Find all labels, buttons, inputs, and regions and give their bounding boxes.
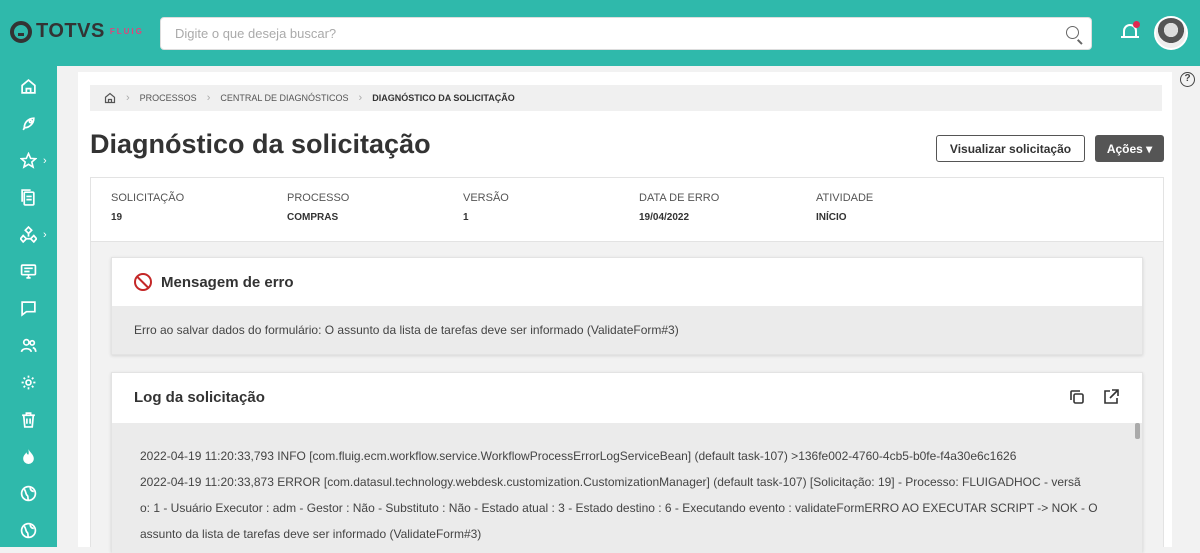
search-input[interactable] xyxy=(161,18,1041,49)
chevron-right-icon: › xyxy=(358,92,363,104)
sidebar-item-home[interactable] xyxy=(0,68,57,105)
search-icon[interactable] xyxy=(1066,26,1079,39)
breadcrumb-item-central[interactable]: CENTRAL DE DIAGNÓSTICOS xyxy=(220,93,348,103)
request-info-row: SOLICITAÇÃO 19 PROCESSO COMPRAS VERSÃO 1… xyxy=(91,178,1163,242)
details-body: Mensagem de erro Erro ao salvar dados do… xyxy=(91,242,1163,553)
main-content: › PROCESSOS › CENTRAL DE DIAGNÓSTICOS › … xyxy=(78,72,1172,553)
info-value: 19 xyxy=(111,212,123,223)
flame-icon xyxy=(23,449,34,464)
info-solicitacao: SOLICITAÇÃO 19 xyxy=(111,192,184,223)
info-label: VERSÃO xyxy=(463,192,509,204)
star-icon xyxy=(20,152,37,169)
log-content: 2022-04-19 11:20:33,793 INFO [com.fluig.… xyxy=(112,423,1142,553)
sidebar-item-documents[interactable] xyxy=(0,179,57,216)
info-value: COMPRAS xyxy=(287,212,339,223)
info-versao: VERSÃO 1 xyxy=(463,192,509,223)
info-label: SOLICITAÇÃO xyxy=(111,192,185,204)
log-line: 2022-04-19 11:20:33,793 INFO [com.fluig.… xyxy=(140,449,1017,463)
sidebar-item-globe-2[interactable] xyxy=(0,512,57,549)
sidebar-item-users[interactable] xyxy=(0,327,57,364)
monitor-icon xyxy=(20,264,37,279)
log-card-header: Log da solicitação xyxy=(112,373,1142,421)
view-request-button[interactable]: Visualizar solicitação xyxy=(936,135,1085,162)
sidebar-item-dashboard[interactable] xyxy=(0,253,57,290)
trash-icon xyxy=(22,412,35,428)
error-card-title: Mensagem de erro xyxy=(161,273,294,291)
log-actions xyxy=(1068,388,1120,406)
globe-icon xyxy=(20,522,37,539)
sidebar-item-favorites[interactable]: › xyxy=(0,142,57,179)
logo-text: TOTVS xyxy=(36,20,105,42)
chevron-right-icon: › xyxy=(43,154,47,167)
sidebar-item-processes[interactable]: › xyxy=(0,216,57,253)
log-line: 2022-04-19 11:20:33,873 ERROR [com.datas… xyxy=(140,475,1081,489)
sidebar: › › xyxy=(0,66,57,547)
sidebar-item-flame[interactable] xyxy=(0,438,57,475)
chevron-right-icon: › xyxy=(126,92,130,104)
home-icon xyxy=(21,79,36,94)
info-value: 1 xyxy=(463,212,469,223)
info-label: ATIVIDADE xyxy=(816,192,874,204)
totvs-fluig-logo[interactable]: TOTVS FLUIG xyxy=(10,20,144,43)
info-label: DATA DE ERRO xyxy=(639,192,720,204)
chevron-right-icon: › xyxy=(206,92,211,104)
log-scrollbar[interactable] xyxy=(1135,423,1140,439)
info-data-erro: DATA DE ERRO 19/04/2022 xyxy=(639,192,719,223)
info-value: INÍCIO xyxy=(816,212,847,223)
notification-dot xyxy=(1133,21,1140,28)
open-external-icon[interactable] xyxy=(1102,388,1120,406)
sidebar-item-settings[interactable] xyxy=(0,364,57,401)
info-label: PROCESSO xyxy=(287,192,350,204)
logo-icon xyxy=(10,20,32,43)
log-line: o: 1 - Usuário Executor : adm - Gestor :… xyxy=(140,501,1098,515)
log-card-title: Log da solicitação xyxy=(134,388,265,406)
request-details-panel: SOLICITAÇÃO 19 PROCESSO COMPRAS VERSÃO 1… xyxy=(90,177,1164,553)
request-log-card: Log da solicitação 2022-04-19 11:20:33,7… xyxy=(111,372,1143,553)
gear-icon xyxy=(21,375,36,390)
top-bar: TOTVS FLUIG xyxy=(0,0,1200,66)
error-message-card: Mensagem de erro Erro ao salvar dados do… xyxy=(111,257,1143,355)
breadcrumb-item-processos[interactable]: PROCESSOS xyxy=(140,93,197,103)
copy-icon[interactable] xyxy=(1068,388,1086,406)
info-atividade: ATIVIDADE INÍCIO xyxy=(816,192,873,223)
documents-icon xyxy=(21,189,35,206)
users-icon xyxy=(20,338,37,353)
notification-bell-icon[interactable] xyxy=(1121,21,1140,42)
chat-icon xyxy=(21,301,36,317)
breadcrumb-item-current: DIAGNÓSTICO DA SOLICITAÇÃO xyxy=(372,93,515,103)
page-title: Diagnóstico da solicitação xyxy=(90,129,431,159)
sidebar-item-globe-1[interactable] xyxy=(0,475,57,512)
info-processo: PROCESSO COMPRAS xyxy=(287,192,349,223)
error-message-text: Erro ao salvar dados do formulário: O as… xyxy=(112,306,1142,354)
prohibited-icon xyxy=(134,273,152,291)
chevron-right-icon: › xyxy=(43,228,47,241)
logo-subtext: FLUIG xyxy=(109,27,144,36)
info-value: 19/04/2022 xyxy=(639,212,690,223)
error-card-header: Mensagem de erro xyxy=(112,258,1142,306)
globe-icon xyxy=(20,485,37,502)
breadcrumb: › PROCESSOS › CENTRAL DE DIAGNÓSTICOS › … xyxy=(90,85,1162,111)
home-icon[interactable] xyxy=(104,92,116,104)
search-box xyxy=(160,17,1092,50)
sidebar-item-messages[interactable] xyxy=(0,290,57,327)
user-avatar[interactable] xyxy=(1154,16,1188,50)
help-icon[interactable]: ? xyxy=(1180,72,1195,87)
rocket-icon xyxy=(22,117,35,131)
workflow-icon xyxy=(20,226,37,243)
sidebar-item-pages[interactable] xyxy=(0,105,57,142)
sidebar-item-trash[interactable] xyxy=(0,401,57,438)
actions-dropdown-button[interactable]: Ações ▾ xyxy=(1095,135,1164,162)
log-line: assunto da lista de tarefas deve ser inf… xyxy=(140,527,482,541)
